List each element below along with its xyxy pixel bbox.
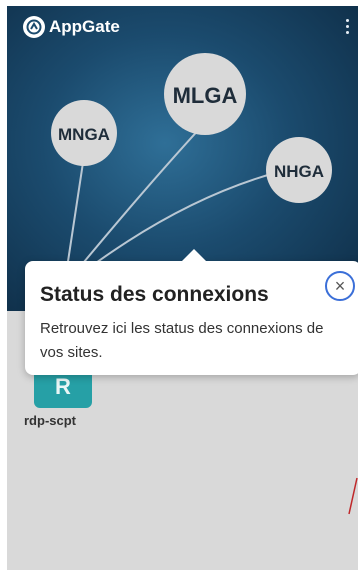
node-label-mnga: MNGA (58, 125, 110, 144)
node-mnga[interactable]: MNGA (51, 100, 117, 166)
site-label: rdp-scpt (24, 413, 76, 428)
node-label-nhga: NHGA (274, 162, 324, 181)
close-icon: × (334, 276, 346, 296)
app-logo: AppGate (23, 16, 120, 38)
node-mlga[interactable]: MLGA (164, 53, 246, 135)
app-brand-name: AppGate (49, 17, 120, 36)
tooltip-arrow (180, 249, 208, 263)
node-nhga[interactable]: NHGA (266, 137, 332, 203)
kebab-menu-icon[interactable] (340, 16, 354, 36)
appgate-logo-icon (23, 16, 45, 38)
onboarding-tooltip: Status des connexions Retrouvez ici les … (25, 249, 358, 375)
connection-line-mnga (66, 155, 85, 269)
tooltip-text: Retrouvez ici les status des connexions … (40, 320, 324, 361)
tooltip-title: Status des connexions (40, 283, 269, 306)
app-window: MNGA MLGA NHGA AppGate R rdp-scpt Status… (7, 6, 358, 570)
node-label-mlga: MLGA (173, 83, 238, 108)
site-initial: R (55, 374, 71, 399)
red-mark (348, 477, 358, 515)
close-button[interactable]: × (325, 271, 355, 301)
